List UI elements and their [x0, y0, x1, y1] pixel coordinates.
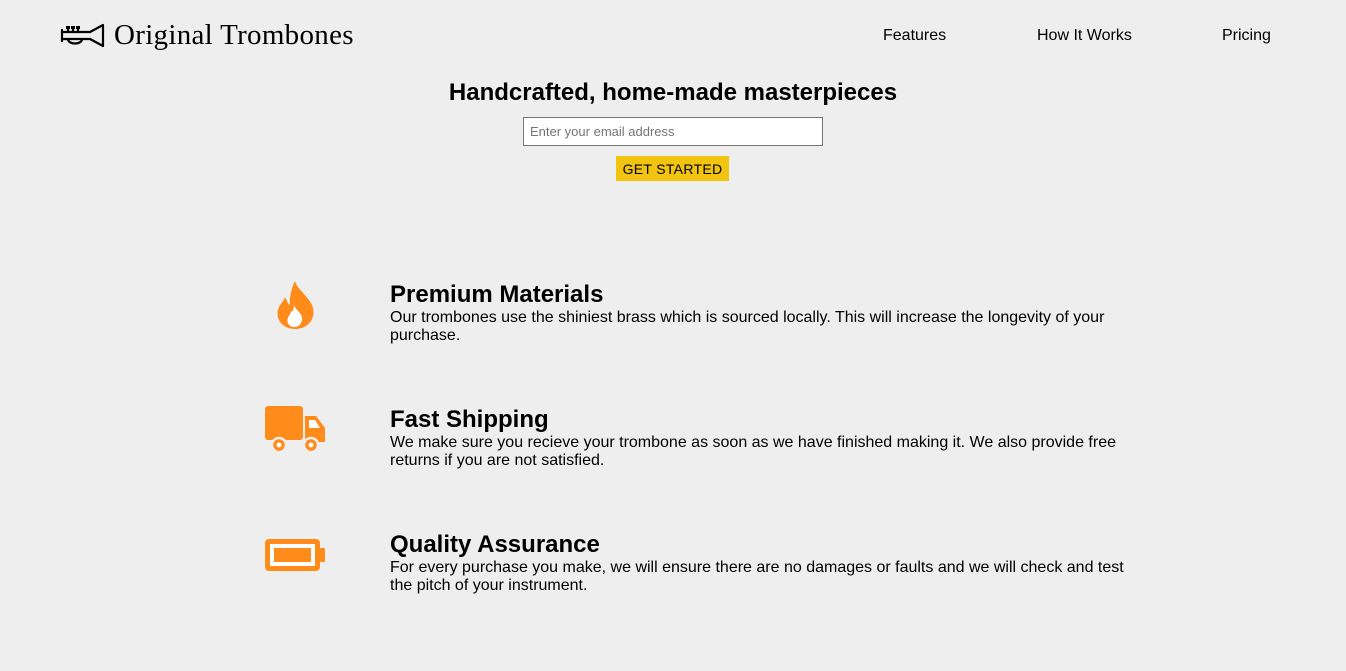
nav-link-how-it-works[interactable]: How It Works	[1037, 26, 1132, 46]
truck-icon	[265, 406, 325, 454]
battery-icon	[265, 539, 325, 571]
email-input[interactable]	[523, 117, 823, 146]
main-nav: Features How It Works Pricing	[0, 26, 1346, 48]
feature-title: Fast Shipping	[390, 406, 549, 433]
fire-icon	[277, 281, 314, 329]
get-started-button[interactable]: GET STARTED	[616, 156, 729, 181]
feature-description: We make sure you recieve your trombone a…	[390, 434, 1116, 469]
feature-description: Our trombones use the shiniest brass whi…	[390, 309, 1105, 344]
nav-link-features[interactable]: Features	[883, 26, 946, 46]
nav-link-pricing[interactable]: Pricing	[1222, 26, 1271, 46]
feature-quality-assurance: Quality Assurance For every purchase you…	[0, 531, 1346, 601]
feature-fast-shipping: Fast Shipping We make sure you recieve y…	[0, 406, 1346, 476]
hero-title: Handcrafted, home-made masterpieces	[448, 79, 898, 106]
feature-premium-materials: Premium Materials Our trombones use the …	[0, 281, 1346, 351]
feature-description: For every purchase you make, we will ens…	[390, 559, 1124, 594]
feature-title: Quality Assurance	[390, 531, 600, 558]
feature-title: Premium Materials	[390, 281, 604, 308]
